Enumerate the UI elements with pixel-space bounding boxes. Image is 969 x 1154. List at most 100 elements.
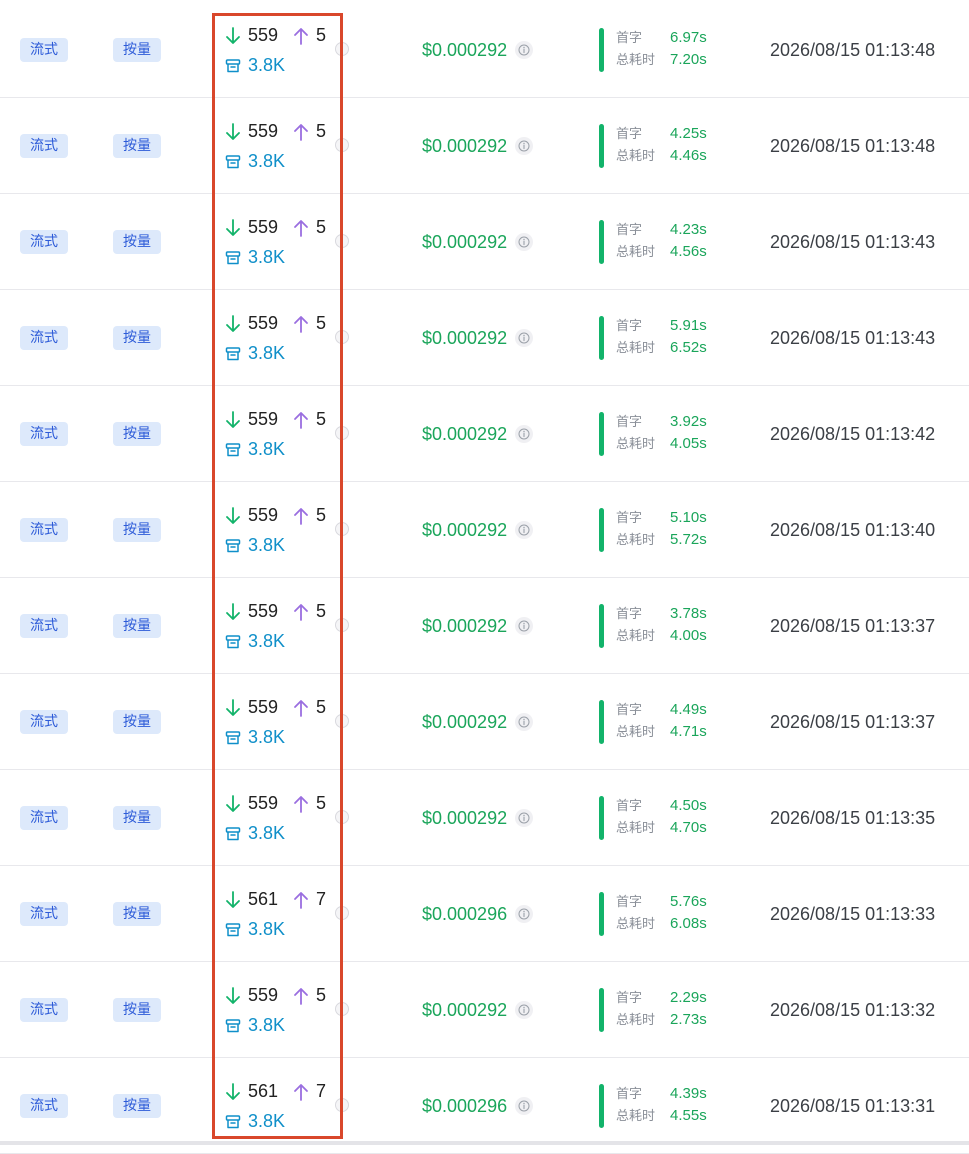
info-circle-icon[interactable] — [515, 713, 534, 731]
info-circle-icon[interactable] — [515, 905, 534, 923]
first-token-label: 首字 — [616, 799, 643, 814]
info-circle-icon[interactable] — [515, 617, 534, 635]
first-token-label: 首字 — [616, 319, 643, 334]
table-row[interactable]: 流式 按量 559 5 — [0, 290, 969, 386]
first-token-time: 5.10s — [670, 509, 707, 526]
token-cache-line: 3.8K — [224, 52, 336, 79]
archive-box-icon — [224, 824, 242, 844]
timestamp: 2026/08/15 01:13:43 — [770, 232, 936, 252]
usage-log-table: 流式 按量 559 5 3.8K $0.000292 首字 6.97s 总耗时 … — [0, 2, 969, 1154]
token-info-icon[interactable] — [335, 42, 349, 56]
output-tokens: 5 — [316, 697, 327, 717]
table-bottom-edge — [0, 1141, 969, 1145]
token-usage-cell: 559 5 3.8K — [224, 214, 336, 274]
table-row[interactable]: 流式 按量 559 5 — [0, 770, 969, 866]
info-circle-icon[interactable] — [515, 233, 534, 251]
total-time: 4.00s — [670, 627, 707, 644]
first-token-label: 首字 — [616, 991, 643, 1006]
token-info-icon[interactable] — [335, 234, 349, 248]
token-io-line: 559 5 — [224, 310, 336, 337]
billing-tag: 按量 — [113, 710, 161, 734]
input-tokens: 559 — [248, 793, 279, 813]
table-row[interactable]: 流式 按量 559 5 — [0, 2, 969, 98]
token-info-icon[interactable] — [335, 810, 349, 824]
mode-tag: 流式 — [20, 614, 68, 638]
cost-cell: $0.000292 — [422, 229, 534, 255]
total-time-label: 总耗时 — [616, 149, 656, 164]
arrow-up-icon — [292, 506, 310, 526]
token-io-line: 559 5 — [224, 118, 336, 145]
total-time: 7.20s — [670, 51, 707, 68]
info-circle-icon[interactable] — [515, 521, 534, 539]
table-row[interactable]: 流式 按量 559 5 — [0, 578, 969, 674]
token-cache-line: 3.8K — [224, 916, 336, 943]
cache-tokens: 3.8K — [248, 919, 286, 939]
token-cache-line: 3.8K — [224, 532, 336, 559]
mode-tag: 流式 — [20, 422, 68, 446]
table-row[interactable]: 流式 按量 559 5 — [0, 674, 969, 770]
output-tokens: 5 — [316, 793, 327, 813]
arrow-down-icon — [224, 122, 242, 142]
table-row[interactable]: 流式 按量 561 7 — [0, 1058, 969, 1154]
info-circle-icon[interactable] — [515, 809, 534, 827]
total-time-label: 总耗时 — [616, 725, 656, 740]
table-row[interactable]: 流式 按量 559 5 — [0, 482, 969, 578]
cache-tokens: 3.8K — [248, 727, 286, 747]
info-circle-icon[interactable] — [515, 41, 534, 59]
timestamp: 2026/08/15 01:13:37 — [770, 616, 936, 636]
total-time: 4.05s — [670, 435, 707, 452]
first-token-row: 首字 3.92s — [616, 412, 707, 432]
total-time: 4.46s — [670, 147, 707, 164]
input-tokens: 559 — [248, 121, 279, 141]
total-time: 6.08s — [670, 915, 707, 932]
timestamp: 2026/08/15 01:13:35 — [770, 808, 936, 828]
timing-status-bar — [599, 604, 604, 648]
first-token-label: 首字 — [616, 223, 643, 238]
info-circle-icon[interactable] — [515, 1001, 534, 1019]
billing-tag: 按量 — [113, 518, 161, 542]
billing-tag: 按量 — [113, 38, 161, 62]
mode-tag: 流式 — [20, 230, 68, 254]
total-time-row: 总耗时 4.46s — [616, 146, 707, 166]
info-circle-icon[interactable] — [515, 329, 534, 347]
cost-value: $0.000296 — [422, 904, 508, 924]
billing-tag: 按量 — [113, 998, 161, 1022]
token-info-icon[interactable] — [335, 330, 349, 344]
info-circle-icon[interactable] — [515, 425, 534, 443]
token-usage-cell: 559 5 3.8K — [224, 694, 336, 754]
info-circle-icon[interactable] — [515, 137, 534, 155]
input-tokens: 559 — [248, 505, 279, 525]
token-info-icon[interactable] — [335, 1002, 349, 1016]
token-io-line: 559 5 — [224, 982, 336, 1009]
timestamp: 2026/08/15 01:13:43 — [770, 328, 936, 348]
cost-value: $0.000292 — [422, 616, 508, 636]
first-token-label: 首字 — [616, 127, 643, 142]
token-info-icon[interactable] — [335, 618, 349, 632]
billing-tag: 按量 — [113, 230, 161, 254]
input-tokens: 559 — [248, 25, 279, 45]
table-row[interactable]: 流式 按量 559 5 — [0, 386, 969, 482]
archive-box-icon — [224, 344, 242, 364]
table-row[interactable]: 流式 按量 561 7 — [0, 866, 969, 962]
archive-box-icon — [224, 1112, 242, 1132]
info-circle-icon[interactable] — [515, 1097, 534, 1115]
arrow-up-icon — [292, 698, 310, 718]
token-info-icon[interactable] — [335, 1098, 349, 1112]
token-info-icon[interactable] — [335, 426, 349, 440]
first-token-row: 首字 5.91s — [616, 316, 707, 336]
mode-tag: 流式 — [20, 902, 68, 926]
total-time: 4.70s — [670, 819, 707, 836]
token-info-icon[interactable] — [335, 138, 349, 152]
token-info-icon[interactable] — [335, 522, 349, 536]
table-row[interactable]: 流式 按量 559 5 — [0, 194, 969, 290]
timing-status-bar — [599, 700, 604, 744]
archive-box-icon — [224, 920, 242, 940]
token-info-icon[interactable] — [335, 714, 349, 728]
cache-tokens: 3.8K — [248, 631, 286, 651]
token-io-line: 559 5 — [224, 22, 336, 49]
token-usage-cell: 559 5 3.8K — [224, 982, 336, 1042]
table-row[interactable]: 流式 按量 559 5 — [0, 98, 969, 194]
token-info-icon[interactable] — [335, 906, 349, 920]
table-row[interactable]: 流式 按量 559 5 — [0, 962, 969, 1058]
first-token-row: 首字 6.97s — [616, 28, 707, 48]
